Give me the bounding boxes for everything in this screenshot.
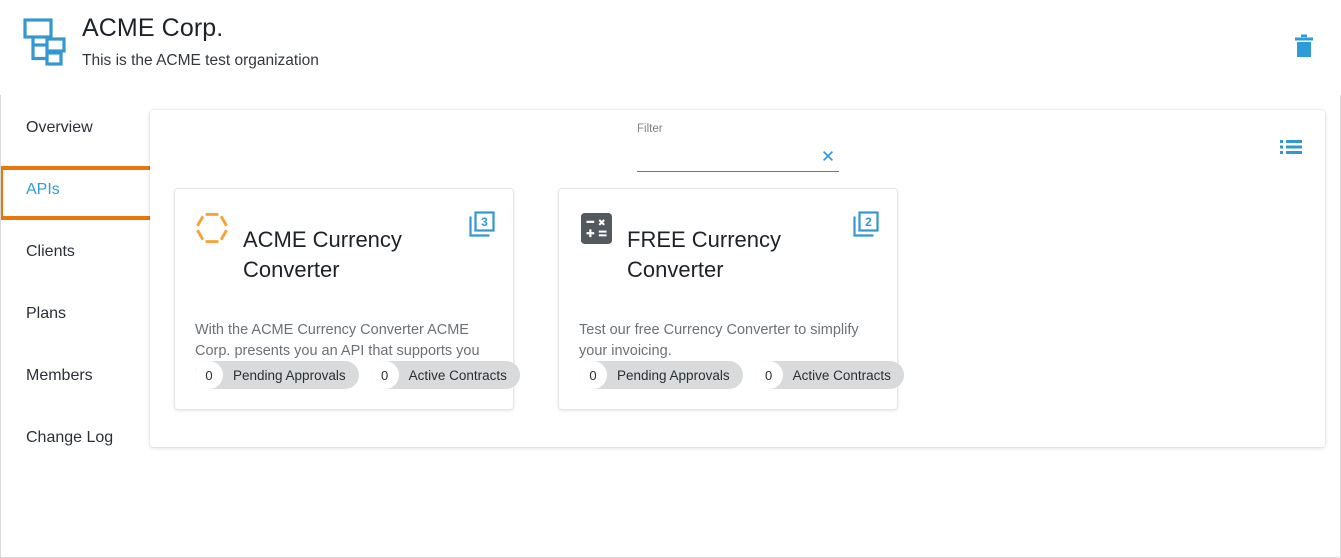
sidebar-item-members[interactable]: Members <box>0 358 150 394</box>
organization-subtitle: This is the ACME test organization <box>82 51 319 71</box>
page-title: ACME Corp. <box>82 13 319 43</box>
search-input[interactable] <box>637 150 817 170</box>
api-version-badge[interactable]: 2 <box>853 211 879 237</box>
chip-count: 0 <box>195 361 223 389</box>
chip-label: Pending Approvals <box>607 368 730 383</box>
version-number: 3 <box>481 215 488 229</box>
clear-filter-button[interactable] <box>819 148 837 166</box>
filter-control: Filter <box>637 122 839 172</box>
api-title: FREE Currency Converter <box>627 225 837 285</box>
sidebar-item-label: Members <box>26 367 93 385</box>
sidebar-item-label: Overview <box>26 119 93 137</box>
sidebar-item-overview[interactable]: Overview <box>0 110 150 146</box>
organization-hierarchy-icon <box>22 17 68 67</box>
sidebar-item-label: Plans <box>26 305 66 323</box>
list-view-icon <box>1280 138 1302 159</box>
api-stats: 0 Pending Approvals 0 Active Contracts <box>195 361 520 389</box>
api-version-badge[interactable]: 3 <box>469 211 495 237</box>
sidebar-item-apis[interactable]: APIs <box>0 172 150 208</box>
card-header: ACME Currency Converter <box>195 207 493 304</box>
page-header: ACME Corp. This is the ACME test organiz… <box>0 0 1341 95</box>
api-stats: 0 Pending Approvals 0 Active Contracts <box>579 361 904 389</box>
active-contracts-chip[interactable]: 0 Active Contracts <box>371 361 520 389</box>
pending-approvals-chip[interactable]: 0 Pending Approvals <box>195 361 359 389</box>
apis-panel: Filter <box>150 110 1325 447</box>
filter-field <box>637 150 839 172</box>
chip-count: 0 <box>371 361 399 389</box>
chip-label: Active Contracts <box>783 368 891 383</box>
api-card-free-currency-converter[interactable]: FREE Currency Converter 2 Test our free … <box>558 188 898 410</box>
delete-organization-button[interactable] <box>1287 28 1321 66</box>
api-card-list: ACME Currency Converter 3 With the ACME … <box>174 188 898 410</box>
api-title: ACME Currency Converter <box>243 225 453 285</box>
chip-label: Active Contracts <box>399 368 507 383</box>
calculator-icon <box>579 211 613 245</box>
sidebar-item-label: APIs <box>26 181 60 199</box>
pending-approvals-chip[interactable]: 0 Pending Approvals <box>579 361 743 389</box>
sidebar-item-label: Change Log <box>26 429 113 447</box>
api-card-acme-currency-converter[interactable]: ACME Currency Converter 3 With the ACME … <box>174 188 514 410</box>
sidebar-item-clients[interactable]: Clients <box>0 234 150 270</box>
trash-icon <box>1292 33 1316 62</box>
chip-count: 0 <box>755 361 783 389</box>
list-view-toggle-button[interactable] <box>1279 136 1303 160</box>
card-header: FREE Currency Converter <box>579 207 877 304</box>
sidebar-item-plans[interactable]: Plans <box>0 296 150 332</box>
hexagon-outline-icon <box>195 211 229 245</box>
organization-header: ACME Corp. This is the ACME test organiz… <box>22 13 319 71</box>
chip-label: Pending Approvals <box>223 368 346 383</box>
api-description: Test our free Currency Converter to simp… <box>579 320 877 362</box>
close-icon <box>821 149 835 166</box>
sidebar-item-change-log[interactable]: Change Log <box>0 420 150 456</box>
chip-count: 0 <box>579 361 607 389</box>
filter-label: Filter <box>637 122 839 136</box>
version-number: 2 <box>865 215 872 229</box>
sidebar-item-label: Clients <box>26 243 75 261</box>
sidebar-navigation: Overview APIs Clients Plans Members Chan… <box>0 110 150 456</box>
active-contracts-chip[interactable]: 0 Active Contracts <box>755 361 904 389</box>
